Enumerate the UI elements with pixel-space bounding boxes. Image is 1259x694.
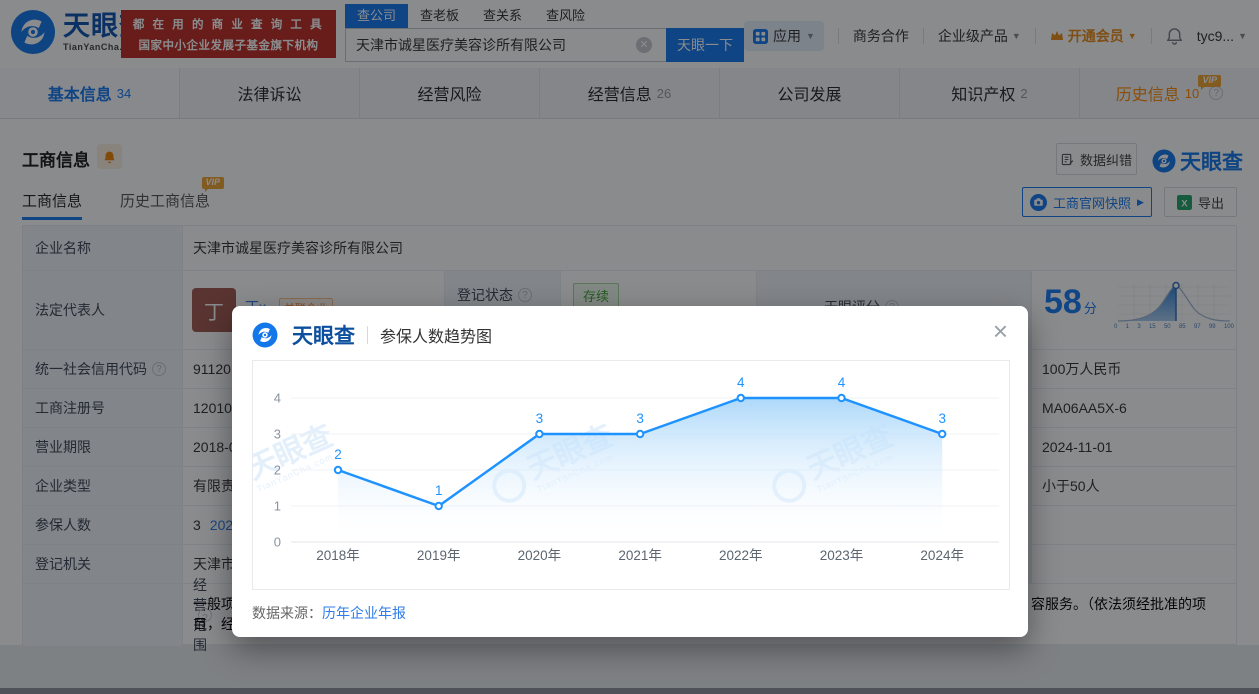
svg-text:2019年: 2019年 (417, 548, 461, 563)
svg-text:4: 4 (737, 375, 745, 390)
divider (367, 326, 368, 344)
svg-text:2020年: 2020年 (518, 548, 562, 563)
svg-text:0: 0 (274, 535, 281, 550)
svg-text:4: 4 (838, 375, 846, 390)
trend-chart-svg: 0 1 2 3 4 2 2018年 1 2019年 3 2020年 3 2021年 4 2022年 4 2023… (253, 361, 1010, 590)
svg-text:4: 4 (274, 391, 281, 406)
modal-header: 天眼查 参保人数趋势图 (252, 320, 492, 350)
data-source-label: 数据来源： (252, 605, 322, 621)
svg-text:3: 3 (938, 411, 946, 426)
svg-text:3: 3 (636, 411, 644, 426)
modal-title: 参保人数趋势图 (380, 323, 492, 347)
svg-text:2018年: 2018年 (316, 548, 360, 563)
trend-chart: 天眼查TianYanCha.com天眼查TianYanCha.com天眼查Tia… (252, 360, 1010, 590)
svg-text:2023年: 2023年 (820, 548, 864, 563)
svg-text:3: 3 (536, 411, 544, 426)
tianyancha-swirl-icon (252, 322, 278, 348)
data-source-row: 数据来源：历年企业年报 (252, 603, 406, 623)
svg-text:2: 2 (334, 447, 342, 462)
svg-text:3: 3 (274, 427, 281, 442)
insured-trend-modal: 天眼查 参保人数趋势图 × 天眼查TianYanCha.com天眼查TianYa… (232, 306, 1028, 637)
close-icon[interactable]: × (989, 314, 1012, 348)
svg-text:1: 1 (435, 483, 443, 498)
svg-text:2021年: 2021年 (618, 548, 662, 563)
svg-text:2024年: 2024年 (920, 548, 964, 563)
page: 天眼查 TianYanCha.com 都 在 用 的 商 业 查 询 工 具 国… (0, 0, 1259, 694)
modal-brand-text: 天眼查 (292, 320, 355, 350)
svg-text:2022年: 2022年 (719, 548, 763, 563)
annual-reports-link[interactable]: 历年企业年报 (322, 605, 406, 621)
svg-text:2: 2 (274, 463, 281, 478)
svg-text:1: 1 (274, 499, 281, 514)
